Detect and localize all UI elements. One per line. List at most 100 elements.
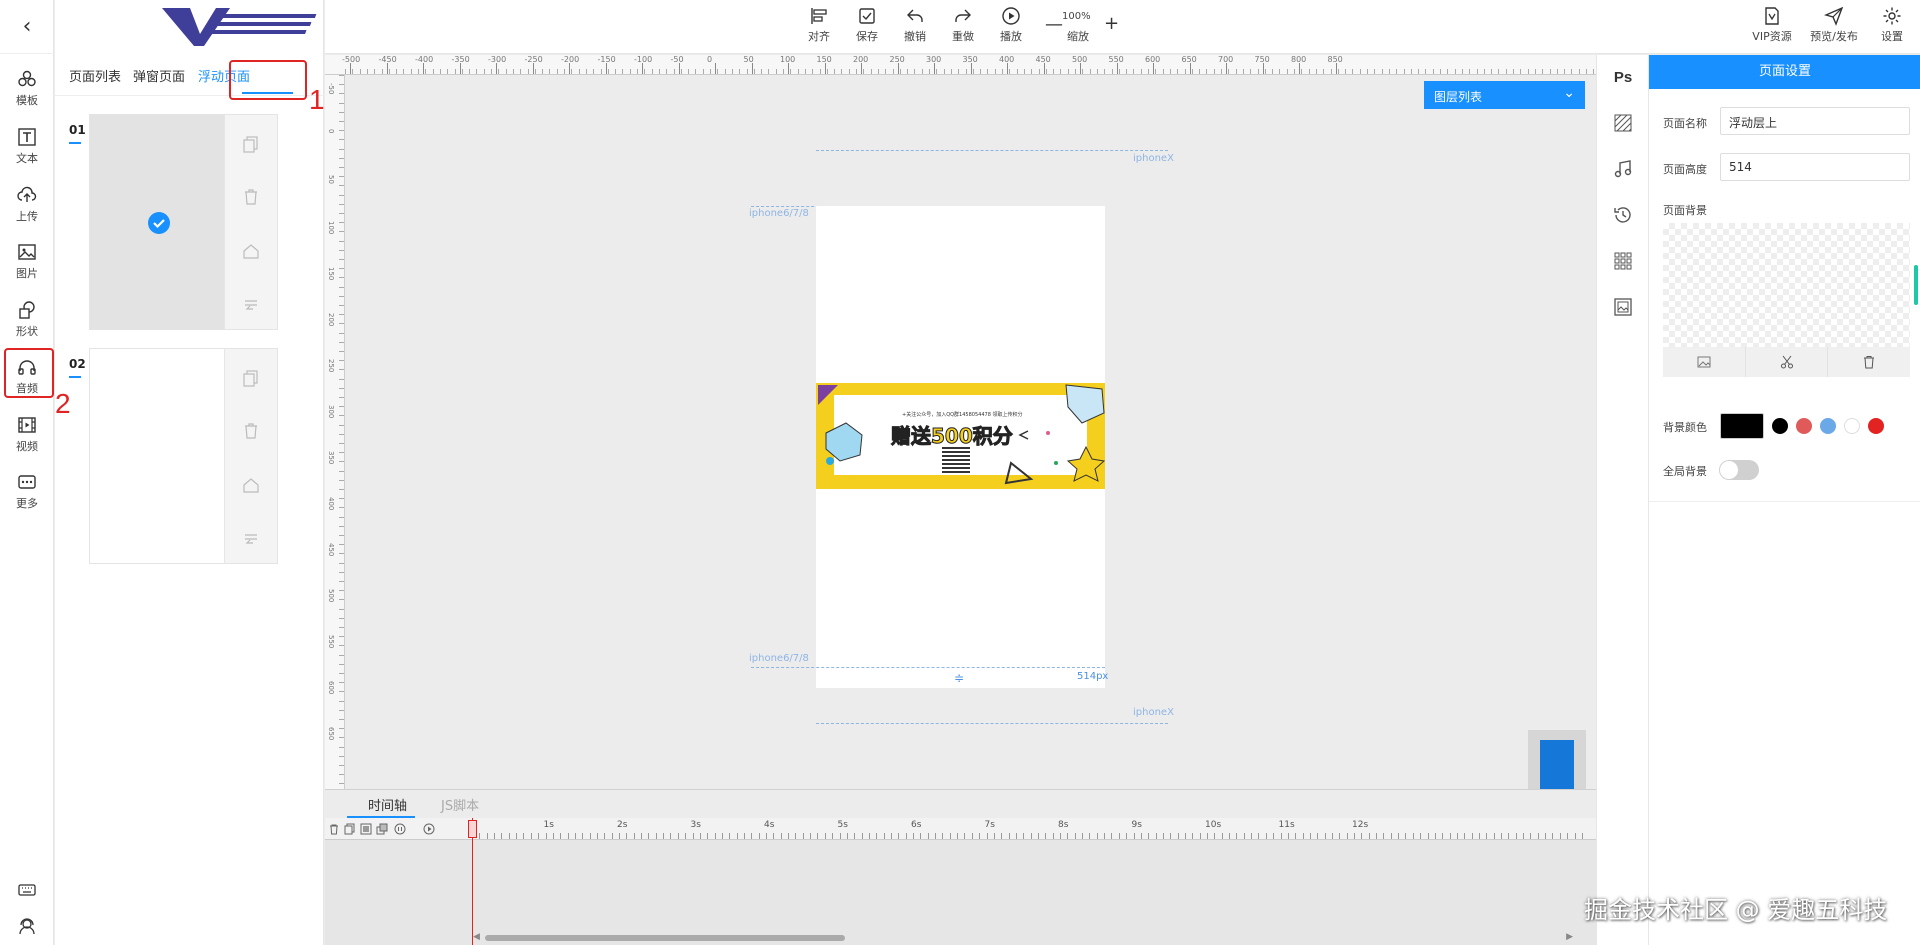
- playhead-handle[interactable]: [468, 820, 477, 838]
- settings-button[interactable]: 设置: [1870, 6, 1914, 50]
- tab-timeline[interactable]: 时间轴: [368, 795, 407, 814]
- rail-item-video[interactable]: 视频: [0, 406, 54, 462]
- bg-color-picker[interactable]: [1720, 413, 1764, 439]
- ruler-tick: [339, 415, 344, 417]
- global-bg-toggle[interactable]: [1719, 460, 1759, 480]
- swatch-blue[interactable]: [1820, 418, 1836, 434]
- frame-icon[interactable]: [360, 823, 372, 835]
- back-button[interactable]: ‹: [0, 0, 54, 54]
- texture-icon: [1614, 114, 1632, 132]
- timeline-label: 8s: [1058, 820, 1069, 830]
- timeline-tick: [677, 833, 679, 839]
- scroll-right-icon[interactable]: ▶: [1566, 932, 1573, 942]
- support-button[interactable]: [0, 908, 54, 944]
- rail-item-text[interactable]: 文本: [0, 118, 54, 174]
- home-icon[interactable]: [241, 475, 261, 495]
- scroll-left-icon[interactable]: ◀: [473, 932, 480, 942]
- page-card-02[interactable]: [89, 348, 278, 564]
- rail-item-more[interactable]: 更多: [0, 463, 54, 519]
- keyboard-button[interactable]: [0, 872, 54, 908]
- ruler-tick: [1425, 69, 1427, 74]
- height-drag-handle[interactable]: ≑: [954, 671, 964, 685]
- ruler-tick: [1593, 69, 1595, 74]
- ruler-major-tick: [1080, 63, 1081, 74]
- save-button[interactable]: 保存: [845, 6, 889, 50]
- zoom-out-button[interactable]: —: [1045, 14, 1063, 35]
- timeline-play-icon[interactable]: [423, 823, 435, 835]
- texture-button[interactable]: [1611, 111, 1635, 135]
- swatch-white[interactable]: [1844, 418, 1860, 434]
- ruler-tick: [644, 69, 646, 74]
- home-icon[interactable]: [241, 241, 261, 261]
- ruler-tick: [339, 443, 344, 444]
- delete-icon[interactable]: [241, 187, 261, 207]
- rail-item-template[interactable]: 模板: [0, 60, 54, 116]
- ruler-tick: [339, 544, 344, 546]
- align-button[interactable]: 对齐: [797, 6, 841, 50]
- preview-publish-button[interactable]: 预览/发布: [1803, 6, 1865, 50]
- timeline-tick: [780, 833, 782, 839]
- page-canvas[interactable]: +关注公众号，加入QQ群1458054478 领取上传积分 赠送500积分: [816, 206, 1105, 688]
- page-thumbnail[interactable]: [90, 349, 225, 563]
- ruler-major-tick: [1189, 63, 1191, 74]
- page-card-01[interactable]: [89, 114, 278, 330]
- insert-icon[interactable]: [241, 295, 261, 315]
- trash-icon[interactable]: [328, 823, 340, 835]
- tab-page-list[interactable]: 页面列表: [69, 66, 121, 85]
- layer-list-dropdown[interactable]: 图层列表 ⌄: [1424, 81, 1585, 109]
- ruler-tick: [564, 69, 565, 74]
- vip-label: VIP资源: [1752, 30, 1792, 43]
- undo-button[interactable]: 撤销: [893, 6, 937, 50]
- ruler-tick: [943, 69, 945, 74]
- page-name-input[interactable]: 浮动层上: [1720, 107, 1910, 135]
- page-height-input[interactable]: 514: [1720, 153, 1910, 181]
- copy-icon[interactable]: [344, 823, 356, 835]
- ruler-tick: [1162, 69, 1164, 74]
- scrollbar-thumb[interactable]: [485, 935, 845, 941]
- delete-icon[interactable]: [241, 421, 261, 441]
- layers-icon[interactable]: [376, 823, 388, 835]
- ruler-tick: [600, 69, 602, 74]
- ruler-tick: [1330, 69, 1332, 74]
- grid-button[interactable]: [1611, 249, 1635, 273]
- rail-item-upload[interactable]: 上传: [0, 176, 54, 232]
- ruler-label: -400: [415, 55, 434, 64]
- timeline-scrollbar[interactable]: ◀ ▶: [473, 932, 1573, 944]
- ruler-tick: [339, 332, 344, 334]
- ruler-tick: [339, 673, 344, 674]
- copy-icon[interactable]: [241, 367, 261, 387]
- swatch-red[interactable]: [1868, 418, 1884, 434]
- vertical-ruler: -50 0 50 100 150 200 250 300 350 400 450 500 550 600 6…: [325, 75, 345, 807]
- insert-icon[interactable]: [241, 529, 261, 549]
- play-label: 播放: [1000, 30, 1022, 43]
- ruler-tick: [834, 69, 836, 74]
- timeline-tick: [604, 833, 606, 839]
- redo-button[interactable]: 重做: [941, 6, 985, 50]
- timeline-tick: [1442, 833, 1444, 839]
- music-button[interactable]: [1611, 157, 1635, 181]
- timeline-ruler[interactable]: 1s 2s 3s 4s 5s 6s 7s 8s 9s 10s 11s 12s: [325, 818, 1596, 840]
- history-button[interactable]: [1611, 203, 1635, 227]
- picture-frame-button[interactable]: [1611, 295, 1635, 319]
- canvas-area[interactable]: -500 -450 -400 -350 -300 -250 -200 -150 -100 -50 0…: [325, 55, 1596, 810]
- tab-js-script[interactable]: JS脚本: [441, 795, 479, 814]
- rail-item-image[interactable]: 图片: [0, 233, 54, 289]
- bg-crop-button[interactable]: [1746, 347, 1829, 377]
- page-thumbnail[interactable]: [90, 115, 225, 329]
- swatch-pink[interactable]: [1796, 418, 1812, 434]
- swatch-black[interactable]: [1772, 418, 1788, 434]
- tab-popup-pages[interactable]: 弹窗页面: [133, 66, 185, 85]
- bg-delete-button[interactable]: [1828, 347, 1910, 377]
- bg-image-button[interactable]: [1663, 347, 1746, 377]
- zoom-in-button[interactable]: +: [1104, 13, 1119, 34]
- rail-item-shape[interactable]: 形状: [0, 291, 54, 347]
- panel-scroll-indicator[interactable]: [1914, 265, 1918, 305]
- pause-icon[interactable]: [394, 823, 406, 835]
- ruler-tick: [339, 397, 344, 398]
- ruler-tick: [339, 378, 344, 380]
- ps-import-button[interactable]: Ps: [1611, 65, 1635, 89]
- vip-resources-button[interactable]: VIP资源: [1743, 6, 1801, 50]
- copy-icon[interactable]: [241, 133, 261, 153]
- play-button[interactable]: 播放: [989, 6, 1033, 50]
- promo-banner[interactable]: +关注公众号，加入QQ群1458054478 领取上传积分 赠送500积分: [816, 383, 1105, 489]
